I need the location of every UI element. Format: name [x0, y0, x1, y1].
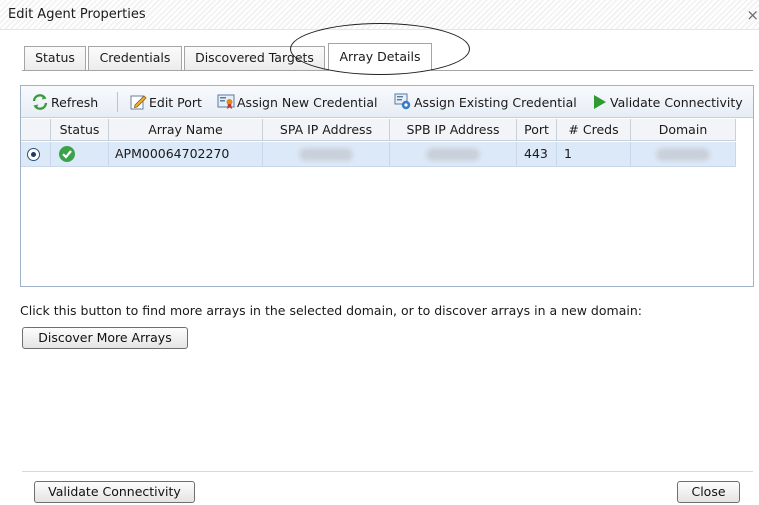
assign-new-credential-button[interactable]: Assign New Credential [217, 92, 377, 112]
row-radio-button[interactable] [27, 148, 40, 161]
assign-new-credential-label: Assign New Credential [237, 94, 378, 110]
validate-connectivity-toolbar-button[interactable]: Validate Connectivity [590, 92, 743, 112]
discover-info-text: Click this button to find more arrays in… [20, 303, 642, 318]
column-header-status[interactable]: Status [51, 119, 109, 141]
edit-port-button[interactable]: Edit Port [129, 92, 202, 112]
edit-port-label: Edit Port [149, 94, 202, 110]
column-header-select [21, 119, 51, 141]
assign-existing-credential-button[interactable]: Assign Existing Credential [394, 92, 577, 112]
credential-gear-icon [394, 93, 412, 111]
table-row[interactable]: APM00064702270 443 1 [21, 142, 736, 167]
spb-ip-cell [390, 142, 517, 166]
discover-more-arrays-button[interactable]: Discover More Arrays [22, 327, 188, 349]
status-ok-icon [59, 146, 75, 162]
table-header: Status Array Name SPA IP Address SPB IP … [21, 119, 736, 141]
close-icon[interactable]: × [746, 6, 759, 24]
tab-status[interactable]: Status [24, 46, 86, 70]
spb-ip-redacted [429, 151, 477, 158]
close-button[interactable]: Close [677, 481, 740, 503]
port-cell: 443 [517, 142, 557, 166]
domain-cell [631, 142, 736, 166]
array-name-cell: APM00064702270 [109, 142, 263, 166]
status-cell [51, 142, 109, 166]
tab-credentials[interactable]: Credentials [88, 46, 182, 70]
refresh-label: Refresh [51, 94, 99, 110]
column-header-array-name[interactable]: Array Name [109, 119, 263, 141]
domain-redacted [659, 151, 707, 158]
toolbar: Refresh Edit Port Assign New Credential … [21, 86, 753, 118]
play-icon [590, 93, 608, 111]
footer-divider [22, 471, 753, 472]
refresh-icon [31, 93, 49, 111]
array-details-panel: Refresh Edit Port Assign New Credential … [20, 85, 754, 287]
annotation-circle [290, 23, 470, 75]
validate-connectivity-label: Validate Connectivity [610, 94, 743, 110]
column-header-port[interactable]: Port [517, 119, 557, 141]
window-title: Edit Agent Properties [8, 7, 146, 22]
toolbar-separator [117, 92, 118, 112]
validate-connectivity-button[interactable]: Validate Connectivity [34, 481, 195, 503]
refresh-button[interactable]: Refresh [31, 92, 98, 112]
column-header-creds[interactable]: # Creds [557, 119, 631, 141]
spa-ip-cell [263, 142, 390, 166]
spa-ip-redacted [302, 151, 350, 158]
creds-cell: 1 [557, 142, 631, 166]
assign-existing-credential-label: Assign Existing Credential [414, 94, 577, 110]
row-select-cell[interactable] [21, 142, 51, 166]
edit-icon [129, 93, 147, 111]
column-header-spb-ip[interactable]: SPB IP Address [390, 119, 517, 141]
column-header-domain[interactable]: Domain [631, 119, 736, 141]
column-header-spa-ip[interactable]: SPA IP Address [263, 119, 390, 141]
credential-icon [217, 93, 235, 111]
